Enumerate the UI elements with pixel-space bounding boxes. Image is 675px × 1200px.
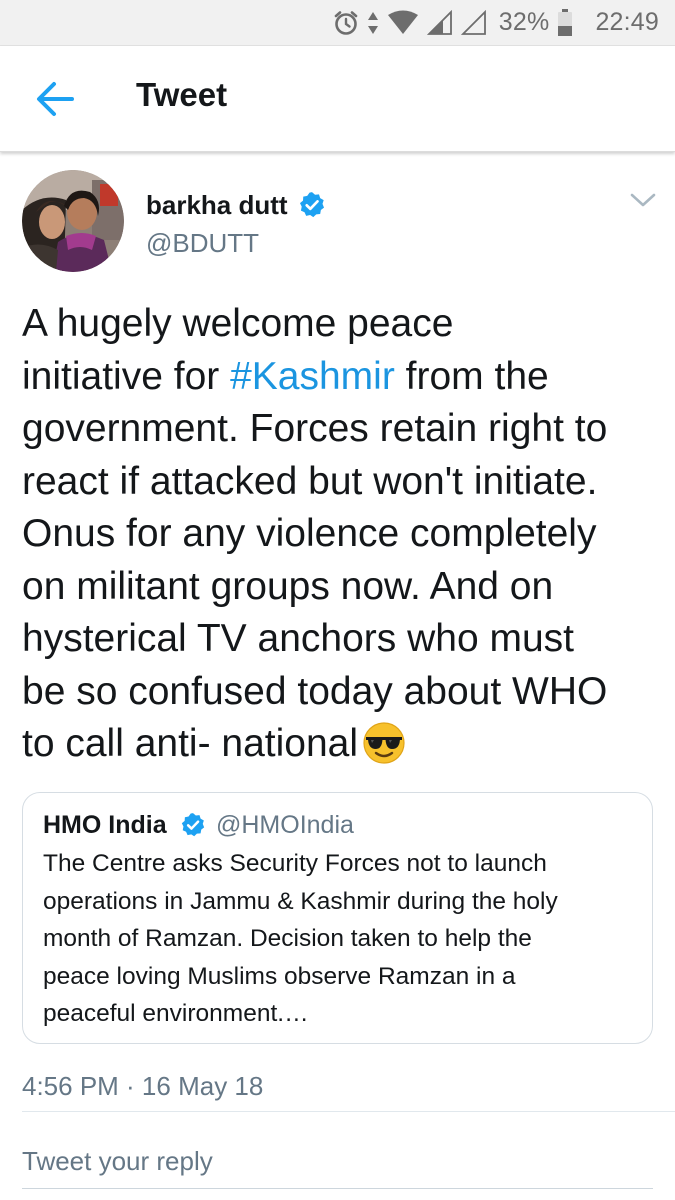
avatar[interactable] bbox=[22, 170, 124, 272]
app-bar: Tweet bbox=[0, 46, 675, 152]
quoted-tweet-card[interactable]: HMO India @HMOIndia The Centre asks Secu… bbox=[22, 792, 653, 1044]
tweet-text-line: Onus for any violence completely bbox=[22, 512, 597, 555]
tweet-text-segment: from the bbox=[394, 354, 549, 398]
tweet-text-line: on militant groups now. And on bbox=[22, 564, 554, 608]
quoted-text-line: peace loving Muslims observe Ramzan in a bbox=[43, 962, 516, 990]
signal-icon bbox=[426, 9, 453, 36]
quoted-text-line: operations in Jammu & Kashmir during the… bbox=[43, 887, 558, 915]
quoted-text-line: month of Ramzan. Decision taken to help … bbox=[43, 925, 532, 952]
quoted-author-handle: @HMOIndia bbox=[216, 811, 354, 839]
quoted-text-line: The Centre asks Security Forces not to l… bbox=[43, 850, 547, 877]
signal-empty-icon bbox=[460, 9, 487, 36]
verified-badge-icon bbox=[298, 191, 326, 219]
author-handle[interactable]: @BDUTT bbox=[146, 228, 259, 259]
battery-percent: 32% bbox=[498, 8, 550, 36]
data-arrows-icon bbox=[367, 10, 379, 36]
wifi-icon bbox=[387, 10, 419, 36]
status-time: 22:49 bbox=[595, 8, 659, 36]
status-bar: 32% 22:49 bbox=[0, 0, 675, 46]
tweet-text-line: be so confused today about WHO bbox=[22, 669, 608, 713]
tweet-text-line: A hugely welcome peace bbox=[22, 302, 454, 345]
tweet-text-line-last: to call anti- national bbox=[22, 718, 662, 771]
back-arrow-icon bbox=[32, 82, 78, 123]
tweet-text-line: government. Forces retain right to bbox=[22, 407, 608, 450]
tweet-text-segment: initiative for bbox=[22, 354, 231, 398]
sunglasses-emoji-icon bbox=[362, 721, 406, 765]
chevron-down-icon bbox=[628, 193, 658, 216]
author-name[interactable]: barkha dutt bbox=[146, 190, 288, 221]
divider bbox=[22, 1111, 675, 1112]
tweet-text-line: react if attacked but won't initiate. bbox=[22, 459, 598, 503]
tweet-options-button[interactable] bbox=[628, 188, 658, 212]
tweet-text: A hugely welcome peace initiative for #K… bbox=[22, 298, 662, 771]
tweet-text-segment: to call anti- national bbox=[22, 722, 359, 765]
page-title: Tweet bbox=[136, 76, 228, 113]
battery-icon bbox=[557, 8, 573, 37]
quoted-text-line: peaceful environment.… bbox=[43, 1000, 309, 1027]
hashtag-link[interactable]: #Kashmir bbox=[230, 355, 395, 398]
reply-input[interactable] bbox=[22, 1136, 653, 1186]
verified-badge-icon bbox=[180, 812, 206, 838]
back-button[interactable] bbox=[32, 79, 78, 119]
quoted-author-name: HMO India bbox=[43, 811, 167, 839]
reply-input-underline bbox=[22, 1188, 653, 1189]
tweet-text-line: hysterical TV anchors who must bbox=[22, 617, 574, 660]
alarm-icon bbox=[333, 10, 359, 36]
tweet-detail-screen: 32% 22:49 Tweet barkha dutt @BDUTT A hug… bbox=[0, 0, 675, 1200]
tweet-text-line: initiative for #Kashmir from the bbox=[22, 351, 662, 404]
quoted-tweet-text: The Centre asks Security Forces not to l… bbox=[43, 845, 643, 1033]
tweet-timestamp: 4:56 PM · 16 May 18 bbox=[22, 1071, 264, 1101]
